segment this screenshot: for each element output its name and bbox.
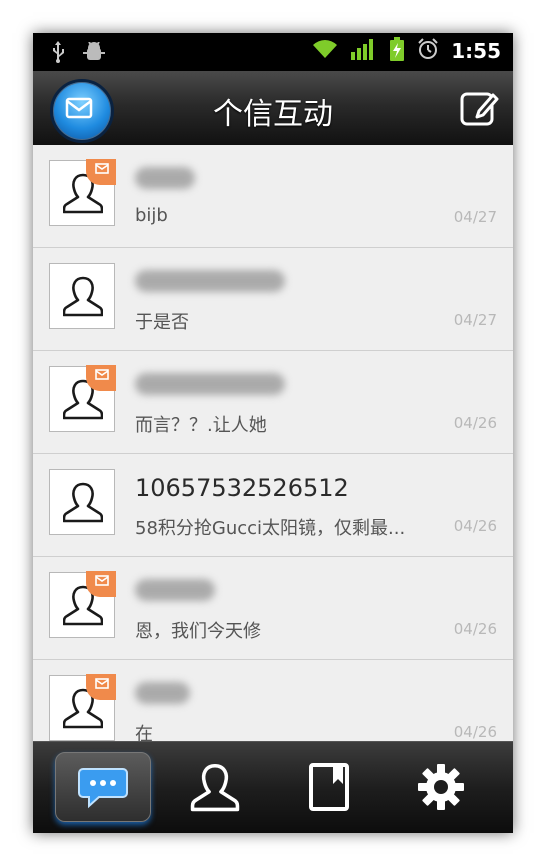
message-preview: 在 (135, 724, 153, 741)
chat-bubble-icon (78, 768, 128, 809)
message-date: 04/27 (453, 208, 497, 226)
status-bar: 1:55 (33, 33, 513, 71)
message-date: 04/27 (453, 311, 497, 329)
contact-name: 10657532526512 (135, 474, 349, 502)
contact-name-redacted (135, 373, 285, 395)
envelope-icon (95, 678, 109, 689)
avatar (49, 674, 116, 741)
contact-name-redacted (135, 682, 190, 704)
message-preview: 58积分抢Gucci太阳镜，仅剩最... (135, 518, 406, 539)
avatar (49, 365, 116, 432)
usb-icon (51, 41, 65, 67)
contact-name-redacted (135, 167, 195, 189)
contact-icon (190, 763, 240, 812)
message-preview: 恩，我们今天修 (135, 621, 261, 642)
compose-icon[interactable] (459, 89, 499, 129)
tab-bookmarks[interactable] (281, 752, 377, 822)
envelope-icon (95, 575, 109, 586)
message-preview: bijb (135, 205, 168, 226)
envelope-icon (95, 163, 109, 174)
envelope-icon (95, 369, 109, 380)
contact-name-redacted (135, 579, 215, 601)
avatar (49, 263, 115, 329)
message-preview: 而言？？.让人她 (135, 415, 267, 436)
gear-icon (418, 764, 464, 810)
tab-messages[interactable] (55, 752, 151, 822)
bottom-tab-bar (33, 741, 513, 833)
conversation-item[interactable]: 恩，我们今天修 04/26 (33, 557, 513, 660)
tab-contacts[interactable] (167, 752, 263, 822)
message-date: 04/26 (453, 723, 497, 741)
android-debug-icon (83, 41, 105, 66)
battery-charging-icon (389, 37, 405, 65)
conversation-item[interactable]: 而言？？.让人她 04/26 (33, 351, 513, 454)
conversation-item[interactable]: 在 04/26 (33, 660, 513, 741)
avatar (49, 159, 116, 226)
avatar (49, 469, 115, 535)
conversation-list[interactable]: bijb 04/27 于是否 04/27 而言？？.让人她 04/26 1065… (33, 145, 513, 741)
avatar (49, 571, 116, 638)
tab-settings[interactable] (393, 752, 489, 822)
contact-icon (63, 482, 103, 523)
alarm-icon (417, 38, 439, 64)
conversation-item[interactable]: bijb 04/27 (33, 145, 513, 248)
unread-badge (86, 674, 116, 700)
unread-badge (86, 571, 116, 597)
conversation-item[interactable]: 于是否 04/27 (33, 248, 513, 351)
page-title: 个信互动 (213, 97, 333, 132)
bookmark-icon (309, 763, 349, 811)
contact-icon (63, 276, 103, 317)
message-date: 04/26 (453, 414, 497, 432)
message-preview: 于是否 (135, 312, 189, 333)
wifi-icon (311, 38, 339, 64)
unread-badge (86, 365, 116, 391)
phone-screen: 1:55 个信互动 bijb 04/27 于是否 04/27 而言？？.让人她 … (33, 33, 513, 833)
contact-name-redacted (135, 270, 285, 292)
unread-badge (86, 159, 116, 185)
status-time: 1:55 (451, 39, 501, 63)
title-bar: 个信互动 (33, 71, 513, 146)
message-date: 04/26 (453, 620, 497, 638)
signal-icon (351, 38, 377, 64)
conversation-item[interactable]: 10657532526512 58积分抢Gucci太阳镜，仅剩最... 04/2… (33, 454, 513, 557)
message-date: 04/26 (453, 517, 497, 535)
